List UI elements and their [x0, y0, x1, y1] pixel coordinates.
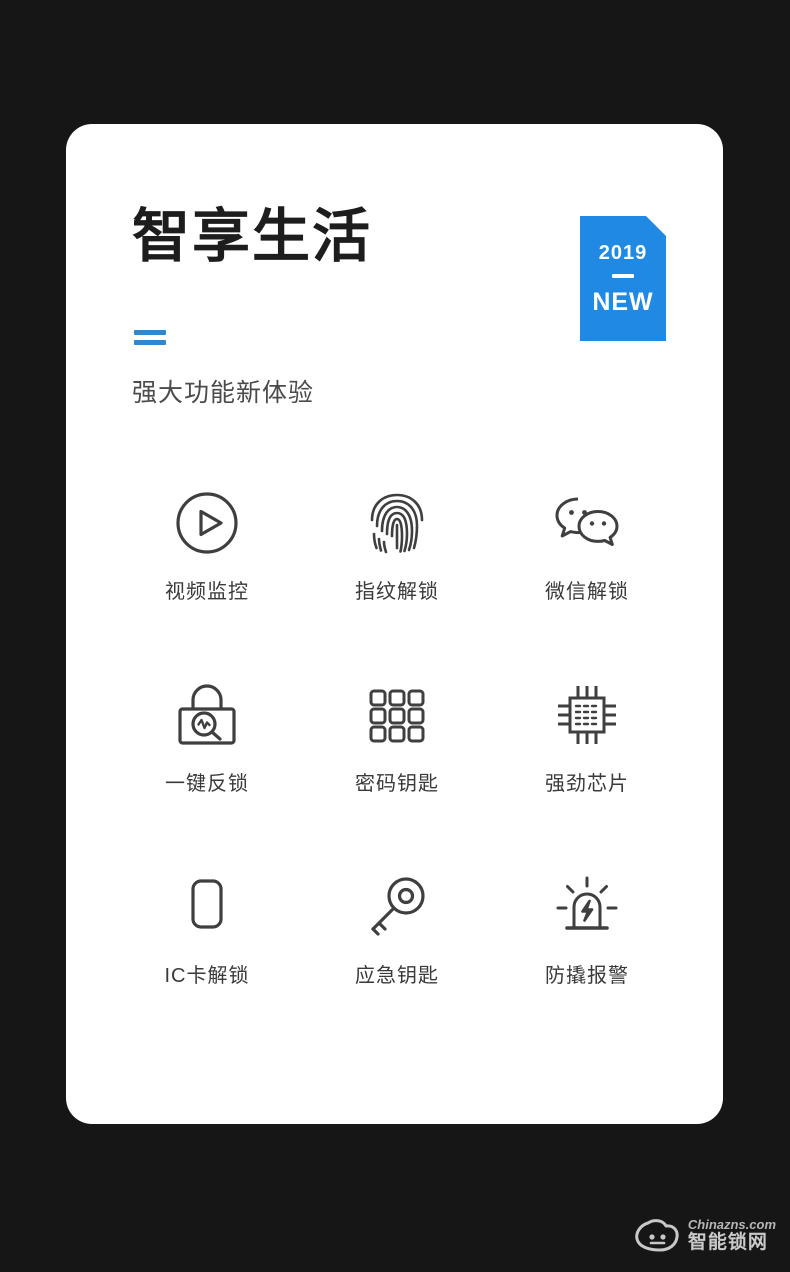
watermark: Chinazns.com 智能锁网 — [634, 1218, 776, 1254]
equals-bars-icon — [134, 330, 166, 345]
watermark-text: Chinazns.com 智能锁网 — [688, 1218, 776, 1253]
feature-item-ic-card[interactable]: IC卡解锁 — [112, 870, 302, 986]
keypad-grid-icon — [360, 678, 434, 752]
watermark-name: 智能锁网 — [687, 1231, 768, 1253]
feature-item-fingerprint[interactable]: 指纹解锁 — [302, 486, 492, 602]
new-badge: 2019 NEW — [580, 216, 666, 341]
feature-label: 指纹解锁 — [355, 581, 439, 603]
divider-bar-top — [134, 330, 166, 335]
padlock-search-icon — [170, 678, 244, 752]
feature-item-tamper-alarm[interactable]: 防撬报警 — [492, 870, 682, 986]
feature-item-chip[interactable]: 强劲芯片 — [492, 678, 682, 794]
badge-divider — [612, 274, 634, 278]
feature-label: IC卡解锁 — [164, 965, 250, 987]
cpu-chip-icon — [550, 678, 624, 752]
fingerprint-icon — [360, 486, 434, 560]
feature-label: 密码钥匙 — [355, 773, 439, 795]
key-icon — [360, 870, 434, 944]
feature-item-emergency-key[interactable]: 应急钥匙 — [302, 870, 492, 986]
feature-label: 应急钥匙 — [355, 965, 439, 987]
feature-label: 一键反锁 — [165, 773, 249, 795]
page-title: 智享生活 — [132, 204, 373, 269]
feature-label: 微信解锁 — [545, 581, 629, 603]
feature-label: 强劲芯片 — [545, 773, 629, 795]
divider-bar-bottom — [134, 340, 166, 345]
feature-label: 视频监控 — [165, 581, 249, 603]
feature-label: 防撬报警 — [545, 965, 629, 987]
page-root: 智享生活 2019 NEW 强大功能新体验 视频监控 指纹解锁 微信解锁 一键反… — [0, 0, 790, 1272]
cloud-face-logo-icon — [635, 1219, 679, 1252]
alarm-siren-icon — [550, 870, 624, 944]
ic-card-icon — [170, 870, 244, 944]
badge-year: 2019 — [598, 241, 648, 264]
video-play-circle-icon — [170, 486, 244, 560]
feature-item-wechat-unlock[interactable]: 微信解锁 — [492, 486, 682, 602]
wechat-bubbles-icon — [550, 486, 624, 560]
feature-item-video-monitor[interactable]: 视频监控 — [112, 486, 302, 602]
feature-card: 智享生活 2019 NEW 强大功能新体验 视频监控 指纹解锁 微信解锁 一键反… — [66, 124, 723, 1124]
feature-item-one-key-lock[interactable]: 一键反锁 — [112, 678, 302, 794]
watermark-url: Chinazns.com — [687, 1217, 776, 1233]
feature-item-password-key[interactable]: 密码钥匙 — [302, 678, 492, 794]
feature-grid: 视频监控 指纹解锁 微信解锁 一键反锁 密码钥匙 强劲芯片 IC卡解锁 应急钥匙… — [112, 486, 682, 986]
page-subtitle: 强大功能新体验 — [132, 379, 315, 407]
badge-label: NEW — [592, 287, 654, 316]
